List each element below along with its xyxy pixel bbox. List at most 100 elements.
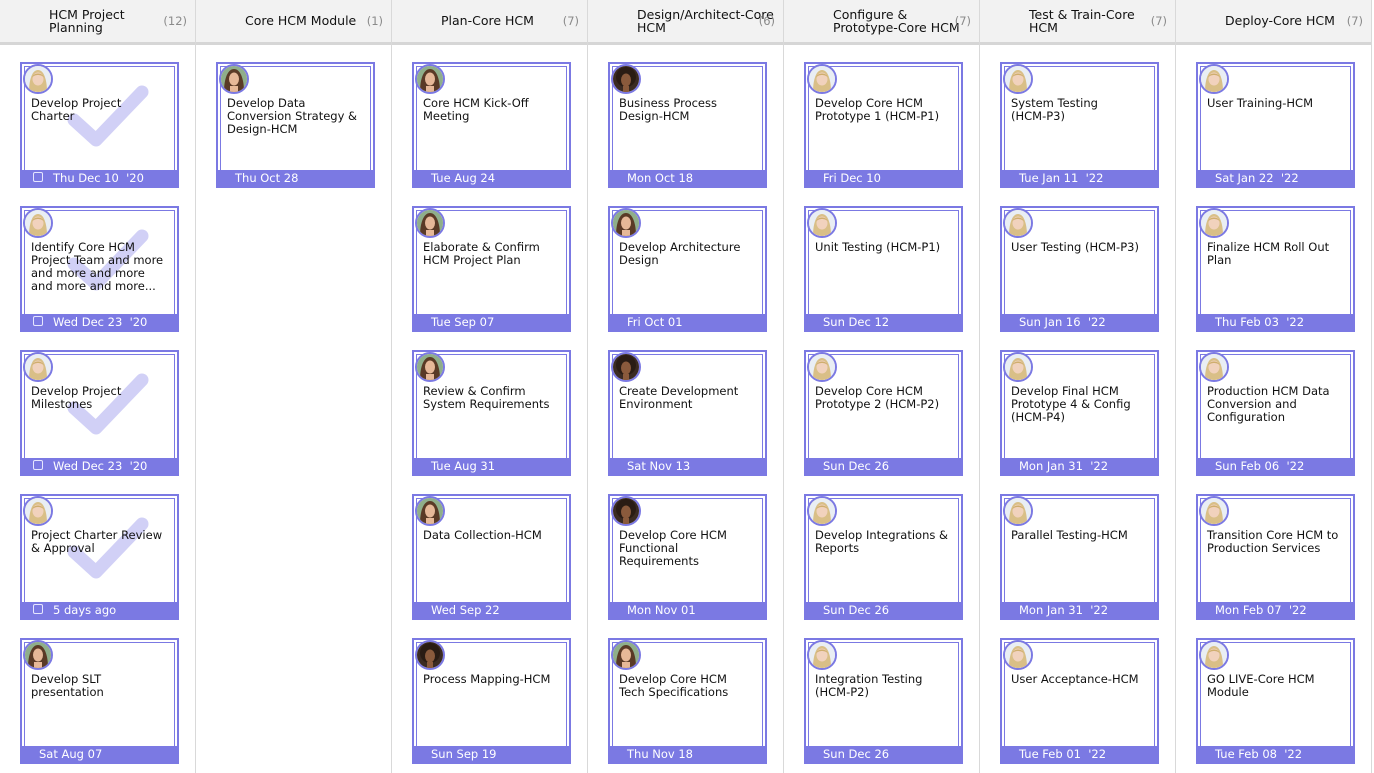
task-card[interactable]: Core HCM Kick-Off Meeting Tue Aug 24 — [412, 62, 571, 188]
blonde-avatar[interactable] — [1199, 352, 1229, 382]
blonde-avatar[interactable] — [807, 496, 837, 526]
task-card[interactable]: Develop Project Milestones Wed Dec 23 '20 — [20, 350, 179, 476]
column-header[interactable]: HCM Project Planning (12) — [0, 0, 195, 45]
blonde-avatar[interactable] — [807, 208, 837, 238]
task-card[interactable]: Production HCM Data Conversion and Confi… — [1196, 350, 1355, 476]
task-card[interactable]: Process Mapping-HCM Sun Sep 19 — [412, 638, 571, 764]
column-card-count: (7) — [562, 14, 579, 28]
task-card[interactable]: Business Process Design-HCM Mon Oct 18 — [608, 62, 767, 188]
task-card[interactable]: Integration Testing (HCM-P2) Sun Dec 26 — [804, 638, 963, 764]
column-header[interactable]: Configure & Prototype-Core HCM (7) — [784, 0, 979, 45]
task-card[interactable]: Elaborate & Confirm HCM Project Plan Tue … — [412, 206, 571, 332]
task-card[interactable]: User Training-HCM Sat Jan 22 '22 — [1196, 62, 1355, 188]
column-header[interactable]: Core HCM Module (1) — [196, 0, 391, 45]
curly-avatar[interactable] — [611, 352, 641, 382]
task-card[interactable]: Project Charter Review & Approval 5 days … — [20, 494, 179, 620]
blonde-avatar[interactable] — [1003, 496, 1033, 526]
blonde-avatar[interactable] — [807, 64, 837, 94]
brunette-avatar[interactable] — [23, 640, 53, 670]
task-card[interactable]: Develop Integrations & Reports Sun Dec 26 — [804, 494, 963, 620]
brunette-avatar[interactable] — [415, 208, 445, 238]
task-footer: Sun Dec 26 — [806, 746, 961, 762]
brunette-avatar[interactable] — [611, 640, 641, 670]
task-title: Develop SLT presentation — [31, 672, 104, 699]
task-footer: Fri Oct 01 — [610, 314, 765, 330]
blonde-avatar[interactable] — [807, 640, 837, 670]
task-card[interactable]: Develop Data Conversion Strategy & Desig… — [216, 62, 375, 188]
blonde-avatar[interactable] — [23, 64, 53, 94]
curly-avatar[interactable] — [611, 496, 641, 526]
task-card[interactable]: Develop Core HCM Functional Requirements… — [608, 494, 767, 620]
task-footer: Sun Sep 19 — [414, 746, 569, 762]
task-card[interactable]: Finalize HCM Roll Out Plan Thu Feb 03 '22 — [1196, 206, 1355, 332]
task-title: Elaborate & Confirm HCM Project Plan — [423, 240, 540, 267]
brunette-avatar[interactable] — [611, 208, 641, 238]
task-card[interactable]: Parallel Testing-HCM Mon Jan 31 '22 — [1000, 494, 1159, 620]
column-card-count: (1) — [366, 14, 383, 28]
blonde-avatar[interactable] — [1003, 352, 1033, 382]
column-card-count: (7) — [1150, 14, 1167, 28]
blonde-avatar[interactable] — [1199, 496, 1229, 526]
task-footer: Tue Sep 07 — [414, 314, 569, 330]
blonde-avatar[interactable] — [23, 352, 53, 382]
task-footer: Mon Nov 01 — [610, 602, 765, 618]
task-title: System Testing (HCM-P3) — [1011, 96, 1098, 123]
task-title: Develop Project Charter — [31, 96, 122, 123]
task-title: Business Process Design-HCM — [619, 96, 717, 123]
checklist-icon — [33, 604, 43, 614]
brunette-avatar[interactable] — [415, 64, 445, 94]
task-card[interactable]: Develop SLT presentation Sat Aug 07 — [20, 638, 179, 764]
task-due-date: Thu Dec 10 '20 — [53, 171, 144, 185]
task-due-date: Sat Nov 13 — [627, 459, 691, 473]
task-title: Develop Project Milestones — [31, 384, 122, 411]
blonde-avatar[interactable] — [23, 496, 53, 526]
brunette-avatar[interactable] — [219, 64, 249, 94]
task-card[interactable]: Review & Confirm System Requirements Tue … — [412, 350, 571, 476]
task-card[interactable]: User Testing (HCM-P3) Sun Jan 16 '22 — [1000, 206, 1159, 332]
task-due-date: Tue Feb 01 '22 — [1019, 747, 1107, 761]
task-title: Develop Final HCM Prototype 4 & Config (… — [1011, 384, 1131, 424]
blonde-avatar[interactable] — [23, 208, 53, 238]
task-card[interactable]: System Testing (HCM-P3) Tue Jan 11 '22 — [1000, 62, 1159, 188]
column-header[interactable]: Design/Architect-Core HCM (6) — [588, 0, 783, 45]
task-card[interactable]: Transition Core HCM to Production Servic… — [1196, 494, 1355, 620]
task-due-date: Thu Feb 03 '22 — [1215, 315, 1305, 329]
checklist-icon — [33, 460, 43, 470]
task-card[interactable]: Create Development Environment Sat Nov 13 — [608, 350, 767, 476]
task-card[interactable]: Develop Architecture Design Fri Oct 01 — [608, 206, 767, 332]
blonde-avatar[interactable] — [1199, 208, 1229, 238]
task-title: Identify Core HCM Project Team and more … — [31, 240, 164, 293]
task-footer: Mon Oct 18 — [610, 170, 765, 186]
task-card[interactable]: Develop Core HCM Prototype 2 (HCM-P2) Sun… — [804, 350, 963, 476]
brunette-avatar[interactable] — [415, 496, 445, 526]
column-header[interactable]: Deploy-Core HCM (7) — [1176, 0, 1371, 45]
task-card[interactable]: Develop Core HCM Tech Specifications Thu … — [608, 638, 767, 764]
blonde-avatar[interactable] — [1003, 64, 1033, 94]
blonde-avatar[interactable] — [1199, 64, 1229, 94]
task-card[interactable]: GO LIVE-Core HCM Module Tue Feb 08 '22 — [1196, 638, 1355, 764]
curly-avatar[interactable] — [611, 64, 641, 94]
task-card[interactable]: Develop Final HCM Prototype 4 & Config (… — [1000, 350, 1159, 476]
column-header[interactable]: Plan-Core HCM (7) — [392, 0, 587, 45]
task-card[interactable]: Unit Testing (HCM-P1) Sun Dec 12 — [804, 206, 963, 332]
curly-avatar[interactable] — [415, 640, 445, 670]
task-due-date: Wed Sep 22 — [431, 603, 500, 617]
task-card[interactable]: Data Collection-HCM Wed Sep 22 — [412, 494, 571, 620]
blonde-avatar[interactable] — [1003, 640, 1033, 670]
task-card[interactable]: Develop Core HCM Prototype 1 (HCM-P1) Fri… — [804, 62, 963, 188]
task-footer: Tue Aug 24 — [414, 170, 569, 186]
board-column: Configure & Prototype-Core HCM (7) Develop… — [784, 0, 980, 773]
blonde-avatar[interactable] — [1199, 640, 1229, 670]
task-footer: Thu Feb 03 '22 — [1198, 314, 1353, 330]
task-card[interactable]: Develop Project Charter Thu Dec 10 '20 — [20, 62, 179, 188]
task-footer: Fri Dec 10 — [806, 170, 961, 186]
task-card[interactable]: Identify Core HCM Project Team and more … — [20, 206, 179, 332]
column-title: Test & Train-Core HCM — [1029, 7, 1135, 35]
blonde-avatar[interactable] — [1003, 208, 1033, 238]
brunette-avatar[interactable] — [415, 352, 445, 382]
task-card[interactable]: User Acceptance-HCM Tue Feb 01 '22 — [1000, 638, 1159, 764]
column-header[interactable]: Test & Train-Core HCM (7) — [980, 0, 1175, 45]
task-title: Data Collection-HCM — [423, 528, 542, 542]
blonde-avatar[interactable] — [807, 352, 837, 382]
task-title: Develop Core HCM Tech Specifications — [619, 672, 729, 699]
